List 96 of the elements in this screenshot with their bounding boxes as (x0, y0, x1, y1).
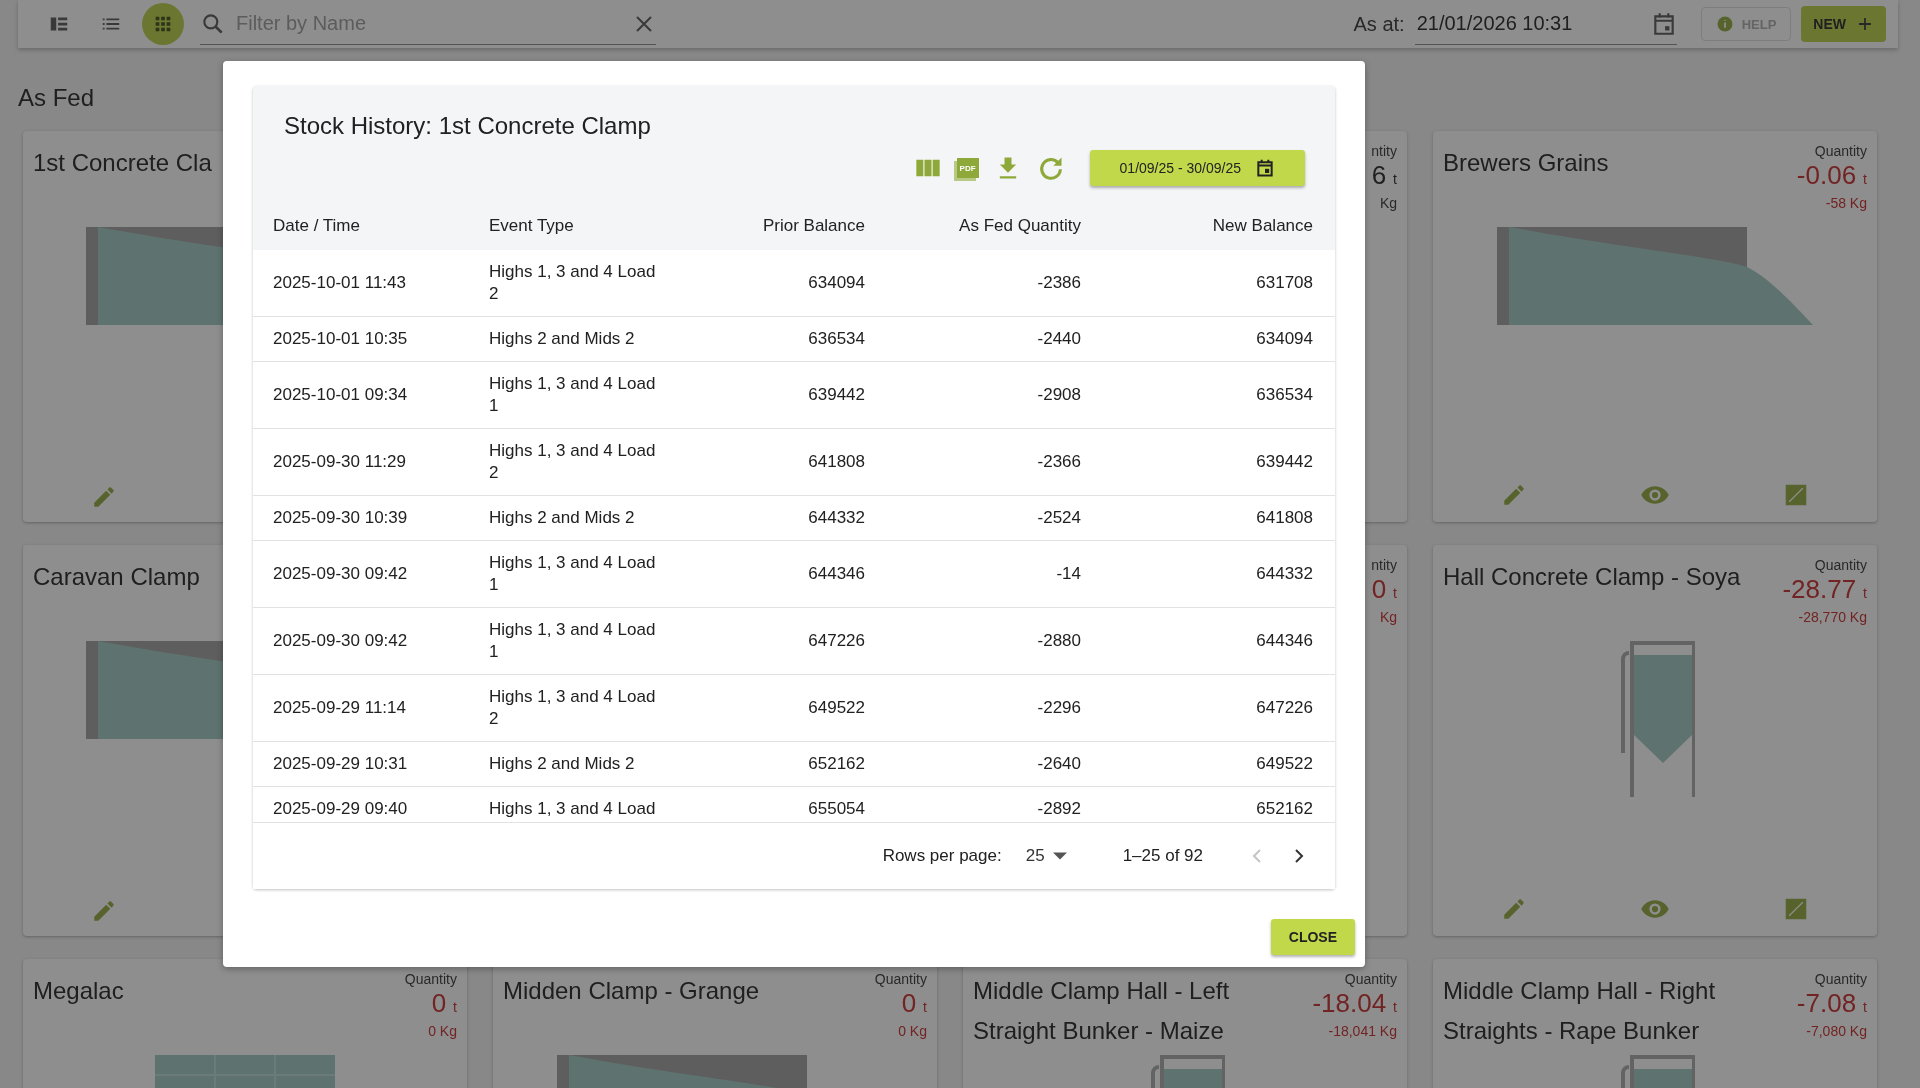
table-cell-text: 641808 (807, 451, 866, 473)
table-cell-text: 2025-09-30 11:29 (272, 451, 407, 473)
rows-per-page-select[interactable]: 25 (1019, 845, 1073, 867)
table-cell-text: 647226 (807, 630, 866, 652)
table-cell-text: 2025-09-30 09:42 (272, 630, 409, 652)
table-cell-text: -2296 (1036, 697, 1082, 719)
quantity-value: 0 t (431, 987, 457, 1020)
quantity-kg: Kg (1379, 609, 1397, 625)
column-header[interactable]: As Fed Quantity (885, 216, 1101, 236)
table-cell-text: 644346 (807, 563, 866, 585)
table-cell-text: Highs 1, 3 and 4 Load 2 (488, 686, 657, 730)
table-cell-text: 2025-09-30 09:42 (272, 563, 409, 585)
card-title: Midden Clamp - Grange (503, 976, 760, 1006)
card-title: Hall Concrete Clamp - Soya (1443, 562, 1741, 592)
table-cell-text: 644332 (1255, 563, 1314, 585)
table-cell-text: 649522 (1255, 753, 1314, 775)
table-cell-text: Highs 1, 3 and 4 Load 1 (488, 619, 657, 663)
date-time-field[interactable]: 21/01/2026 10:31 (1414, 11, 1651, 36)
card-title: Megalac (33, 976, 124, 1006)
table-cell-text: Highs 2 and Mids 2 (488, 753, 636, 775)
table-cell-text: 634094 (1255, 328, 1314, 350)
quantity-label: Quantity (404, 971, 457, 987)
table-cell-text: 644332 (807, 507, 866, 529)
quantity-label: Quantity (1344, 971, 1397, 987)
quantity-value: -18.04 t (1312, 987, 1397, 1020)
card-title: Middle Clamp Hall - Left Straight Bunker - Maize (973, 976, 1231, 1046)
quantity-value: -28.77 t (1782, 573, 1867, 606)
table-cell-text: 2025-09-30 10:39 (272, 507, 409, 529)
quantity-kg: 0 Kg (898, 1023, 927, 1039)
quantity-kg: -7,080 Kg (1806, 1023, 1867, 1039)
quantity-label: ntity (1371, 143, 1397, 159)
quantity-label: Quantity (1814, 971, 1867, 987)
quantity-value: 0 t (901, 987, 927, 1020)
table-cell-text: 2025-09-29 11:14 (272, 697, 407, 719)
card-title: Middle Clamp Hall - Right Straights - Rape Bunker (1443, 976, 1717, 1046)
table-cell-text: -2366 (1036, 451, 1082, 473)
quantity-kg: -58 Kg (1825, 195, 1867, 211)
table-cell-text: -2524 (1036, 507, 1082, 529)
quantity-label: Quantity (1814, 557, 1867, 573)
quantity-kg: Kg (1379, 195, 1397, 211)
column-header[interactable]: New Balance (1101, 216, 1333, 236)
table-cell-text: 2025-10-01 09:34 (272, 384, 409, 406)
table-cell-text: 649522 (807, 697, 866, 719)
quantity-value: -7.08 t (1796, 987, 1867, 1020)
table-cell-text: -2892 (1036, 798, 1082, 820)
table-cell-text: -2386 (1036, 272, 1082, 294)
column-header[interactable]: Prior Balance (685, 216, 885, 236)
table-cell-text: 652162 (807, 753, 866, 775)
column-header[interactable]: Event Type (469, 216, 685, 236)
quantity-value: 6 t (1371, 159, 1397, 192)
table-cell-text: 647226 (1255, 697, 1314, 719)
table-cell-text: Highs 2 and Mids 2 (488, 507, 636, 529)
rows-per-page-label: Rows per page: (882, 846, 1002, 866)
table-cell-text: 2025-10-01 10:35 (272, 328, 409, 350)
quantity-label: Quantity (1814, 143, 1867, 159)
card-title: Brewers Grains (1443, 148, 1609, 178)
page-range: 1–25 of 92 (1122, 846, 1203, 866)
table-cell-text: Highs 1, 3 and 4 Load 2 (488, 261, 657, 305)
table-cell-text: 631708 (1255, 272, 1314, 294)
table-cell-text: -14 (1055, 563, 1082, 585)
table-cell-text: -2880 (1036, 630, 1082, 652)
quantity-kg: 0 Kg (428, 1023, 457, 1039)
table-cell-text: -2908 (1036, 384, 1082, 406)
card-title: 1st Concrete Cla (33, 148, 212, 178)
column-header[interactable]: Date / Time (253, 216, 469, 236)
card-title: Caravan Clamp (33, 562, 200, 592)
table-cell-text: 644346 (1255, 630, 1314, 652)
quantity-kg: -28,770 Kg (1798, 609, 1867, 625)
table-cell-text: Highs 1, 3 and 4 Load 1 (488, 373, 657, 417)
close-button[interactable]: CLOSE (1270, 919, 1355, 955)
table-cell-text: Highs 1, 3 and 4 Load 2 (488, 440, 657, 484)
table-cell-text: -2440 (1036, 328, 1082, 350)
table-cell-text: 639442 (807, 384, 866, 406)
table-cell-text: 634094 (807, 272, 866, 294)
table-cell-text: 636534 (807, 328, 866, 350)
table-cell-text: Highs 1, 3 and 4 Load (488, 798, 657, 820)
table-cell-text: Highs 1, 3 and 4 Load 1 (488, 552, 657, 596)
table-cell-text: 636534 (1255, 384, 1314, 406)
table-cell-text: 652162 (1255, 798, 1314, 820)
table-cell-text: 2025-09-29 09:40 (272, 798, 409, 820)
table-cell-text: 655054 (807, 798, 866, 820)
table-cell-text: 639442 (1255, 451, 1314, 473)
quantity-kg: -18,041 Kg (1328, 1023, 1397, 1039)
table-cell-text: 2025-10-01 11:43 (272, 272, 407, 294)
dialog-title: Stock History: 1st Concrete Clamp (283, 111, 652, 140)
table-cell-text: Highs 2 and Mids 2 (488, 328, 636, 350)
quantity-label: ntity (1371, 557, 1397, 573)
date-range-button[interactable]: 01/09/25 - 30/09/25 (1089, 150, 1305, 186)
quantity-value: 0 t (1371, 573, 1397, 606)
table-cell-text: -2640 (1036, 753, 1082, 775)
table-cell-text: 2025-09-29 10:31 (272, 753, 409, 775)
section-title: As Fed (18, 84, 96, 113)
quantity-label: Quantity (874, 971, 927, 987)
table-cell-text: 641808 (1255, 507, 1314, 529)
as-at-label: As at: (1353, 12, 1405, 36)
quantity-value: -0.06 t (1796, 159, 1867, 192)
